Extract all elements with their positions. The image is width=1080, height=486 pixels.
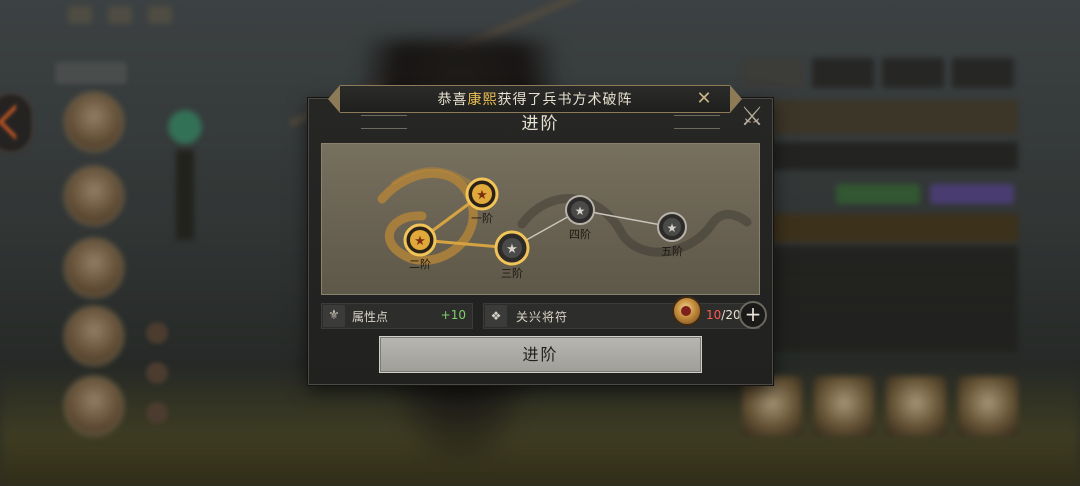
- add-material-button[interactable]: +: [739, 301, 767, 329]
- svg-text:★: ★: [575, 204, 586, 218]
- tier-node-2: ★: [403, 223, 437, 257]
- svg-text:★: ★: [414, 234, 426, 249]
- material-box: ❖ 关兴将符 10/20 +: [483, 296, 767, 329]
- svg-text:★: ★: [667, 221, 678, 235]
- general-token-icon: ❖: [485, 305, 507, 327]
- tier-progression-graphic: ★ ★ ★ ★ ★: [377, 167, 752, 266]
- tier-node-1: ★: [465, 177, 499, 211]
- banner-text-suffix: 获得了兵书方术破阵: [497, 92, 633, 108]
- tier-label-1: 一阶: [471, 212, 493, 225]
- attribute-icon: ⚜: [323, 305, 345, 327]
- requirements-row: ⚜ 属性点 +10 ❖ 关兴将符 10/20 +: [321, 296, 767, 329]
- close-icon[interactable]: ✕: [694, 89, 714, 109]
- advance-button[interactable]: 进阶: [379, 336, 702, 373]
- tier-label-2: 二阶: [409, 258, 431, 271]
- title-ornament-right: [674, 115, 720, 129]
- tier-node-4: ★: [565, 195, 595, 225]
- attribute-points-box: ⚜ 属性点 +10: [321, 303, 473, 329]
- token-coin-icon[interactable]: [672, 296, 702, 326]
- shadow-dragon-art: [517, 194, 752, 257]
- svg-text:★: ★: [506, 242, 518, 257]
- advance-modal: 进阶 ⚔ ★ ★ ★ ★ ★ 一阶 二阶 三阶 四阶 五阶 ⚜ 属性点 +10 …: [308, 98, 773, 385]
- material-owned: 10: [706, 308, 722, 322]
- tier-node-5: ★: [657, 212, 687, 242]
- crossed-swords-close-icon[interactable]: ⚔: [738, 103, 766, 131]
- banner-text-prefix: 恭喜: [437, 92, 468, 108]
- notification-banner: 恭喜康熙获得了兵书方术破阵 ✕: [328, 85, 742, 113]
- material-name: 关兴将符: [516, 310, 569, 324]
- tier-progression-board: ★ ★ ★ ★ ★ 一阶 二阶 三阶 四阶 五阶: [321, 143, 760, 295]
- banner-message: 恭喜康熙获得了兵书方术破阵: [438, 89, 633, 109]
- attribute-points-value: +10: [440, 308, 466, 322]
- tier-label-3: 三阶: [501, 267, 523, 280]
- banner-player-name: 康熙: [467, 92, 498, 108]
- material-count: 10/20: [706, 308, 741, 322]
- attribute-points-label: 属性点: [352, 310, 389, 324]
- tier-node-3: ★: [494, 230, 530, 266]
- tier-label-4: 四阶: [569, 228, 591, 241]
- svg-text:★: ★: [476, 188, 488, 203]
- tier-label-5: 五阶: [661, 245, 683, 258]
